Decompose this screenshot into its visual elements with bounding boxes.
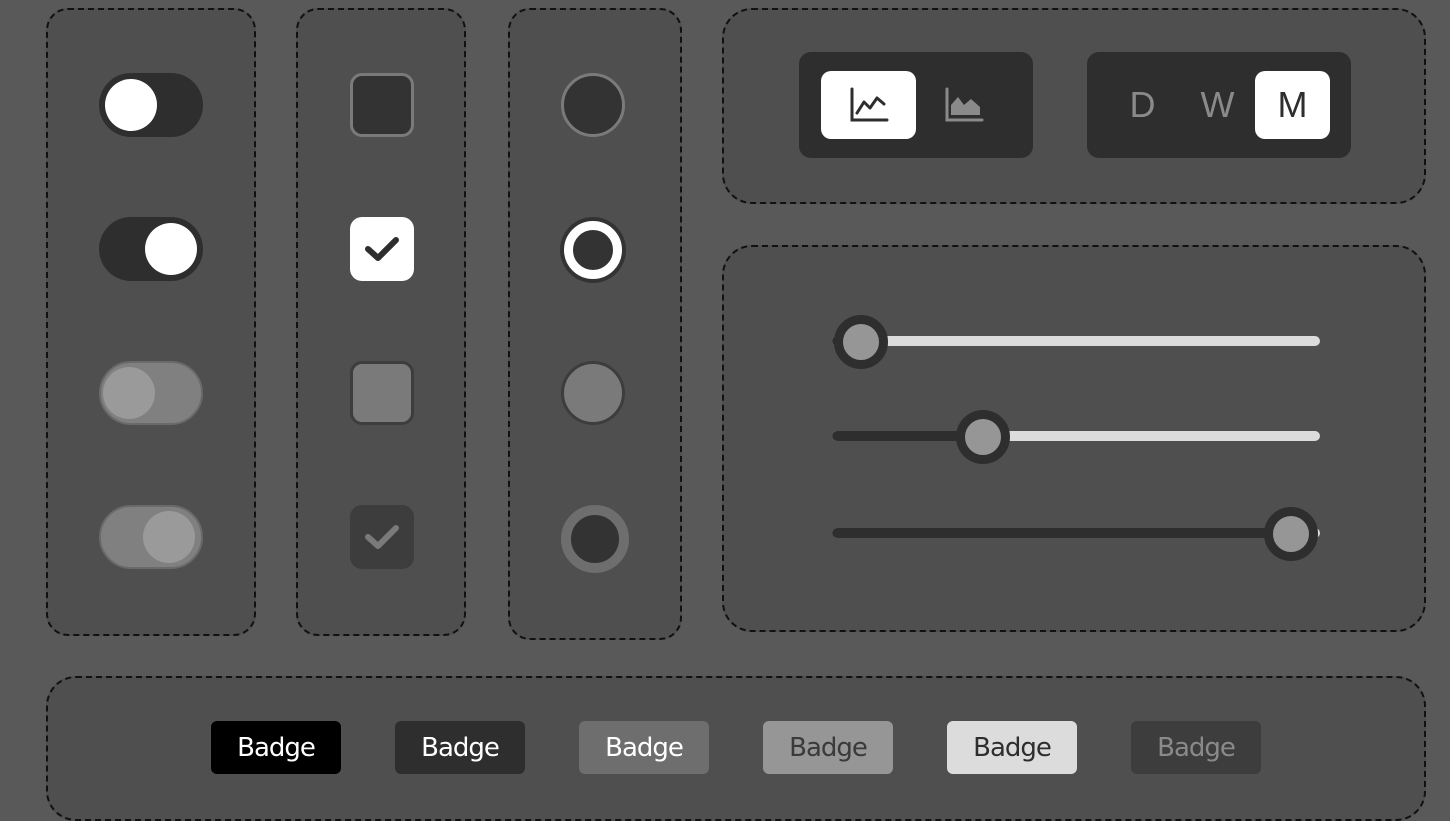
checkmark-icon bbox=[365, 525, 399, 549]
toggle-knob bbox=[145, 223, 197, 275]
slider-thumb[interactable] bbox=[1264, 507, 1318, 561]
radio-disabled-selected bbox=[561, 505, 629, 573]
badge-muted: Badge bbox=[1131, 721, 1261, 774]
checkbox-checked[interactable] bbox=[350, 217, 414, 281]
toggle-off[interactable] bbox=[99, 73, 203, 137]
slider-2[interactable] bbox=[832, 406, 1320, 466]
period-segmented-control: D W M bbox=[1087, 52, 1351, 158]
badge-dark: Badge bbox=[395, 721, 525, 774]
checkbox-unchecked[interactable] bbox=[350, 73, 414, 137]
toggle-disabled-on bbox=[99, 505, 203, 569]
toggle-knob bbox=[103, 367, 155, 419]
checkbox-disabled-checked bbox=[350, 505, 414, 569]
slider-fill bbox=[832, 528, 1291, 538]
checkmark-icon bbox=[365, 237, 399, 261]
line-chart-option[interactable] bbox=[821, 71, 916, 139]
badge-gray: Badge bbox=[579, 721, 709, 774]
area-chart-icon bbox=[945, 87, 983, 122]
chart-type-segmented-control bbox=[799, 52, 1033, 158]
toggle-knob bbox=[105, 79, 157, 131]
radio-unselected[interactable] bbox=[561, 73, 625, 137]
badge-light-gray: Badge bbox=[763, 721, 893, 774]
badge-black: Badge bbox=[211, 721, 341, 774]
radio-disabled-unselected bbox=[561, 361, 625, 425]
toggle-on[interactable] bbox=[99, 217, 203, 281]
area-chart-option[interactable] bbox=[916, 71, 1011, 139]
radio-selected[interactable] bbox=[564, 221, 622, 279]
checkbox-disabled-unchecked bbox=[350, 361, 414, 425]
period-option-week[interactable]: W bbox=[1180, 71, 1255, 139]
slider-track bbox=[832, 336, 1320, 346]
slider-3[interactable] bbox=[832, 503, 1320, 563]
badge-light: Badge bbox=[947, 721, 1077, 774]
slider-1[interactable] bbox=[832, 311, 1320, 371]
toggle-knob bbox=[143, 511, 195, 563]
period-option-month[interactable]: M bbox=[1255, 71, 1330, 139]
toggle-disabled-off bbox=[99, 361, 203, 425]
period-option-day[interactable]: D bbox=[1105, 71, 1180, 139]
slider-thumb[interactable] bbox=[834, 315, 888, 369]
line-chart-icon bbox=[850, 87, 888, 122]
slider-thumb[interactable] bbox=[956, 410, 1010, 464]
